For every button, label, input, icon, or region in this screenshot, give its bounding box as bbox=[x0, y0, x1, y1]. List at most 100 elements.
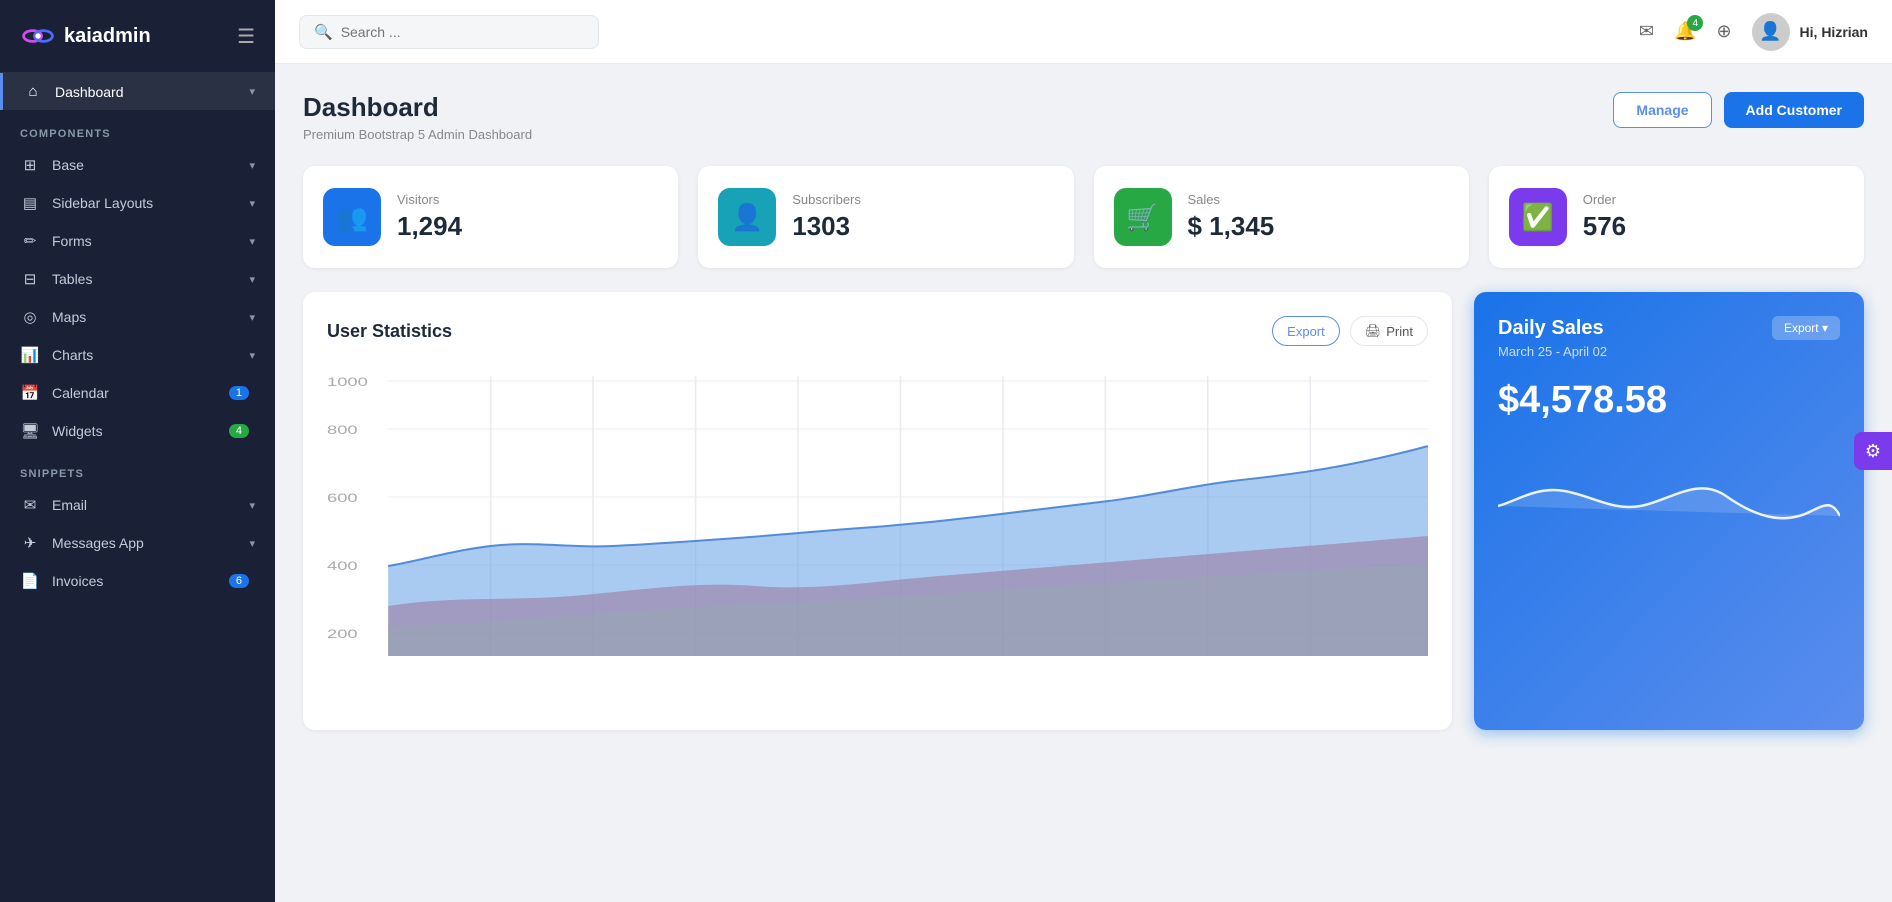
visitors-label: Visitors bbox=[397, 192, 462, 207]
sidebar-layouts-icon: ▤ bbox=[20, 194, 40, 212]
messages-icon: ✈ bbox=[20, 534, 40, 552]
sidebar-item-base[interactable]: ⊞ Base ▾ bbox=[0, 146, 275, 184]
user-name: Hizrian bbox=[1821, 24, 1868, 40]
stats-row: 👥 Visitors 1,294 👤 Subscribers 1303 🛒 bbox=[303, 166, 1864, 268]
stat-card-sales: 🛒 Sales $ 1,345 bbox=[1094, 166, 1469, 268]
chevron-icon: ▾ bbox=[249, 85, 255, 98]
calendar-badge: 1 bbox=[229, 386, 249, 400]
chart-card-header: User Statistics Export 🖨 Print bbox=[327, 316, 1428, 346]
layers-button[interactable]: ⊕ bbox=[1716, 21, 1731, 42]
daily-sales-export-button[interactable]: Export ▾ bbox=[1772, 316, 1840, 340]
settings-gear-button[interactable]: ⚙ bbox=[1854, 432, 1892, 470]
sidebar-item-invoices[interactable]: 📄 Invoices 6 bbox=[0, 562, 275, 600]
daily-sales-amount: $4,578.58 bbox=[1498, 379, 1840, 422]
chevron-icon: ▾ bbox=[249, 273, 255, 286]
chevron-icon: ▾ bbox=[249, 537, 255, 550]
daily-sales-line bbox=[1498, 488, 1840, 518]
order-icon: ✅ bbox=[1522, 202, 1554, 233]
sidebar-item-email[interactable]: ✉ Email ▾ bbox=[0, 486, 275, 524]
svg-text:400: 400 bbox=[327, 560, 358, 573]
invoices-icon: 📄 bbox=[20, 572, 40, 590]
daily-sales-header: Daily Sales Export ▾ bbox=[1498, 316, 1840, 340]
print-button[interactable]: 🖨 Print bbox=[1350, 316, 1428, 346]
maps-icon: ◎ bbox=[20, 308, 40, 326]
sidebar-item-calendar[interactable]: 📅 Calendar 1 bbox=[0, 374, 275, 412]
svg-text:200: 200 bbox=[327, 628, 358, 641]
invoices-badge: 6 bbox=[229, 574, 249, 588]
manage-button[interactable]: Manage bbox=[1613, 92, 1711, 128]
print-icon: 🖨 bbox=[1365, 323, 1382, 339]
snippets-section-label: SNIPPETS bbox=[0, 450, 275, 486]
sidebar-item-forms[interactable]: ✏ Forms ▾ bbox=[0, 222, 275, 260]
logo-icon bbox=[20, 18, 56, 54]
sidebar-item-widgets[interactable]: 🖥 Widgets 4 bbox=[0, 412, 275, 450]
content-area: Dashboard Premium Bootstrap 5 Admin Dash… bbox=[275, 64, 1892, 902]
page-header: Dashboard Premium Bootstrap 5 Admin Dash… bbox=[303, 92, 1864, 142]
hamburger-icon[interactable]: ☰ bbox=[237, 24, 255, 49]
chevron-icon: ▾ bbox=[249, 349, 255, 362]
sidebar-layouts-label: Sidebar Layouts bbox=[52, 195, 249, 211]
sales-value: $ 1,345 bbox=[1188, 211, 1275, 242]
user-statistics-chart: 1000 800 600 400 200 bbox=[327, 366, 1428, 706]
sidebar-forms-label: Forms bbox=[52, 233, 249, 249]
search-input[interactable] bbox=[341, 24, 584, 40]
notification-button[interactable]: 🔔 4 bbox=[1674, 21, 1696, 42]
search-icon: 🔍 bbox=[314, 23, 333, 41]
daily-sales-title: Daily Sales bbox=[1498, 317, 1604, 340]
sidebar-calendar-label: Calendar bbox=[52, 385, 229, 401]
email-icon: ✉ bbox=[20, 496, 40, 514]
topbar-icons: ✉ 🔔 4 ⊕ 👤 Hi, Hizrian bbox=[1639, 13, 1868, 51]
home-icon: ⌂ bbox=[23, 83, 43, 100]
sidebar-messages-label: Messages App bbox=[52, 535, 249, 551]
sidebar-item-charts[interactable]: 📊 Charts ▾ bbox=[0, 336, 275, 374]
chevron-icon: ▾ bbox=[249, 159, 255, 172]
blue-area bbox=[388, 446, 1428, 656]
daily-sales-card: Daily Sales Export ▾ March 25 - April 02… bbox=[1474, 292, 1864, 730]
chevron-icon: ▾ bbox=[249, 499, 255, 512]
logo-text: kaiadmin bbox=[64, 25, 151, 48]
page-header-actions: Manage Add Customer bbox=[1613, 92, 1864, 128]
mail-button[interactable]: ✉ bbox=[1639, 21, 1654, 42]
logo-mark: kaiadmin bbox=[20, 18, 151, 54]
sidebar-widgets-label: Widgets bbox=[52, 423, 229, 439]
sidebar-dashboard-label: Dashboard bbox=[55, 84, 249, 100]
search-box[interactable]: 🔍 bbox=[299, 15, 599, 49]
sidebar-tables-label: Tables bbox=[52, 271, 249, 287]
sidebar-item-dashboard[interactable]: ⌂ Dashboard ▾ bbox=[0, 73, 275, 110]
layers-icon: ⊕ bbox=[1716, 21, 1731, 41]
subscribers-label: Subscribers bbox=[792, 192, 861, 207]
sidebar-item-tables[interactable]: ⊟ Tables ▾ bbox=[0, 260, 275, 298]
sales-data: Sales $ 1,345 bbox=[1188, 192, 1275, 242]
stat-card-subscribers: 👤 Subscribers 1303 bbox=[698, 166, 1073, 268]
sidebar: kaiadmin ☰ ⌂ Dashboard ▾ COMPONENTS ⊞ Ba… bbox=[0, 0, 275, 902]
page-subtitle: Premium Bootstrap 5 Admin Dashboard bbox=[303, 127, 532, 142]
sidebar-maps-label: Maps bbox=[52, 309, 249, 325]
order-label: Order bbox=[1583, 192, 1626, 207]
user-statistics-card: User Statistics Export 🖨 Print 1000 800 bbox=[303, 292, 1452, 730]
order-value: 576 bbox=[1583, 211, 1626, 242]
chart-svg: 1000 800 600 400 200 bbox=[327, 366, 1428, 706]
gear-icon: ⚙ bbox=[1865, 441, 1881, 462]
user-info[interactable]: 👤 Hi, Hizrian bbox=[1752, 13, 1868, 51]
main-area: 🔍 ✉ 🔔 4 ⊕ 👤 Hi, Hizrian bbox=[275, 0, 1892, 902]
daily-sales-period: March 25 - April 02 bbox=[1498, 344, 1840, 359]
sales-label: Sales bbox=[1188, 192, 1275, 207]
avatar: 👤 bbox=[1752, 13, 1790, 51]
sidebar-item-maps[interactable]: ◎ Maps ▾ bbox=[0, 298, 275, 336]
sales-icon-box: 🛒 bbox=[1114, 188, 1172, 246]
stat-card-visitors: 👥 Visitors 1,294 bbox=[303, 166, 678, 268]
visitors-icon: 👥 bbox=[336, 202, 368, 233]
sidebar-email-label: Email bbox=[52, 497, 249, 513]
print-label: Print bbox=[1386, 324, 1413, 339]
sidebar-item-sidebar-layouts[interactable]: ▤ Sidebar Layouts ▾ bbox=[0, 184, 275, 222]
svg-text:600: 600 bbox=[327, 492, 358, 505]
tables-icon: ⊟ bbox=[20, 270, 40, 288]
add-customer-button[interactable]: Add Customer bbox=[1724, 92, 1864, 128]
subscribers-icon: 👤 bbox=[731, 202, 763, 233]
user-greeting: Hi, Hizrian bbox=[1800, 24, 1868, 40]
sidebar-item-messages[interactable]: ✈ Messages App ▾ bbox=[0, 524, 275, 562]
sidebar-logo: kaiadmin ☰ bbox=[0, 0, 275, 73]
export-button[interactable]: Export bbox=[1272, 316, 1340, 346]
sidebar-charts-label: Charts bbox=[52, 347, 249, 363]
widgets-badge: 4 bbox=[229, 424, 249, 438]
